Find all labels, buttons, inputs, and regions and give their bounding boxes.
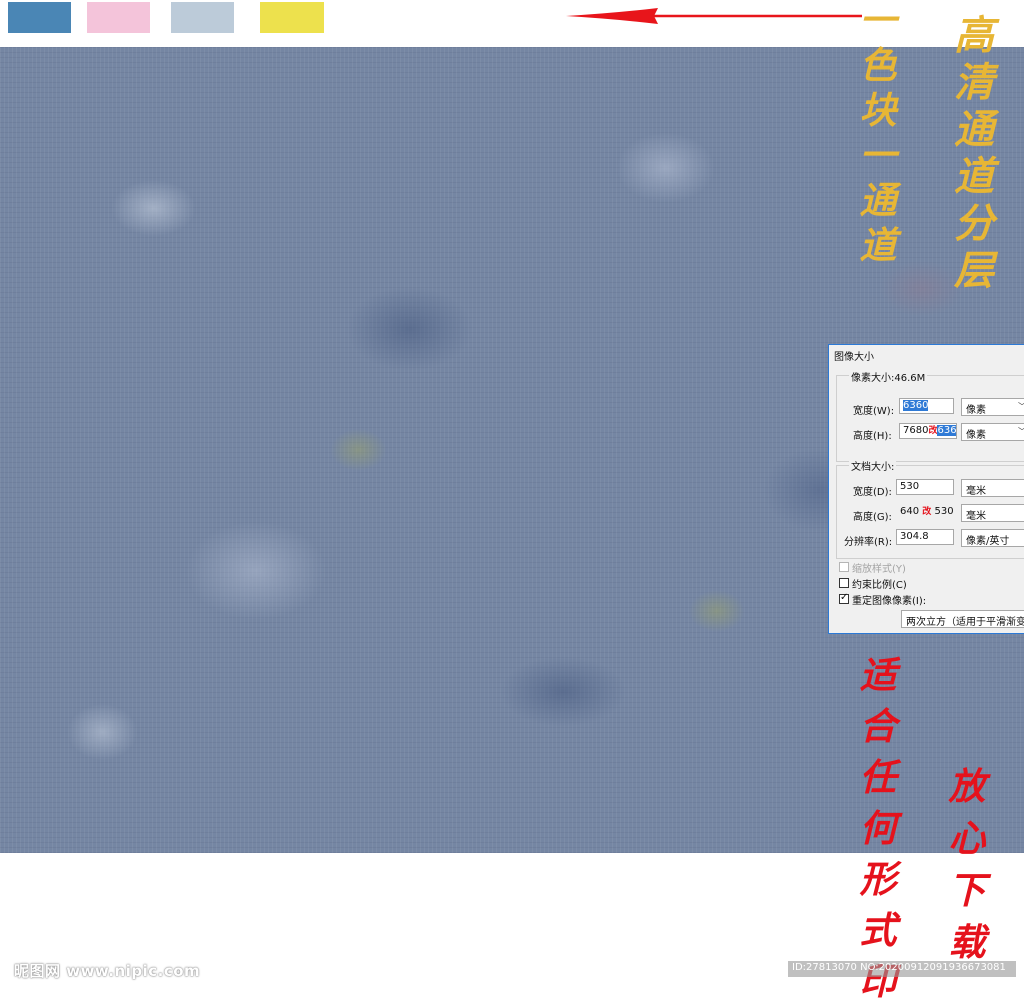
height-label: 高度(H): [853,431,892,442]
resample-method-select[interactable]: 两次立方（适用于平滑渐变 [901,610,1024,628]
promo-text-safe-download: 放心下载 [948,764,986,964]
doc-height-label: 高度(G): [853,512,892,523]
color-swatch-pink [87,2,150,33]
resolution-input[interactable]: 304.8 [896,529,954,545]
resolution-unit-select[interactable]: 像素/英寸 [961,529,1024,547]
arrow-head [566,8,658,24]
promo-text-suitable-print: 适合任何形式印 [859,653,897,1003]
doc-width-unit-select[interactable]: 毫米 [961,479,1024,497]
pixel-dimensions-group [836,375,1024,462]
chevron-down-icon: ﹀ [1018,426,1024,437]
width-unit-select[interactable]: 像素﹀ [961,398,1024,416]
doc-height-input[interactable]: 640 改 530 [896,504,956,520]
height-input[interactable]: 7680改6360 [899,423,957,439]
dialog-title: 图像大小 [834,352,874,363]
color-swatch-gray-blue [171,2,234,33]
promo-text-hd-channel: 高清通道分层 [954,12,994,294]
watermark-site: 昵图网 www.nipic.com [14,962,201,980]
doc-size-label: 文档大小: [849,458,897,473]
width-input[interactable]: 6360 [899,398,954,414]
width-label: 宽度(W): [853,406,895,417]
scale-styles-label: 缩放样式(Y) [852,564,906,575]
constrain-proportions-checkbox[interactable] [839,578,849,588]
resample-checkbox[interactable]: ✓ [839,592,849,604]
resample-label: 重定图像像素(I): [852,596,927,607]
watermark-id: ID:27813070 NO:20200912091936673081 [788,961,1016,977]
checkmark-icon: ✓ [840,592,849,603]
doc-width-input[interactable]: 530 [896,479,954,495]
color-swatch-yellow [260,2,324,33]
image-size-dialog: 图像大小 像素大小:46.6M 宽度(W): 6360 像素﹀ 高度(H): 7… [828,344,1024,634]
chevron-down-icon: ﹀ [1018,401,1024,412]
height-unit-select[interactable]: 像素﹀ [961,423,1024,441]
color-swatch-blue [8,2,71,33]
scale-styles-checkbox[interactable] [839,562,849,572]
resolution-label: 分辨率(R): [844,537,893,548]
promo-text-color-channel: 一色块一通道 [859,0,897,267]
constrain-proportions-label: 约束比例(C) [852,580,907,591]
doc-width-label: 宽度(D): [853,487,892,498]
pixel-size-label: 像素大小:46.6M [849,369,928,384]
doc-height-unit-select[interactable]: 毫米 [961,504,1024,522]
arrow-left-icon [566,8,862,24]
